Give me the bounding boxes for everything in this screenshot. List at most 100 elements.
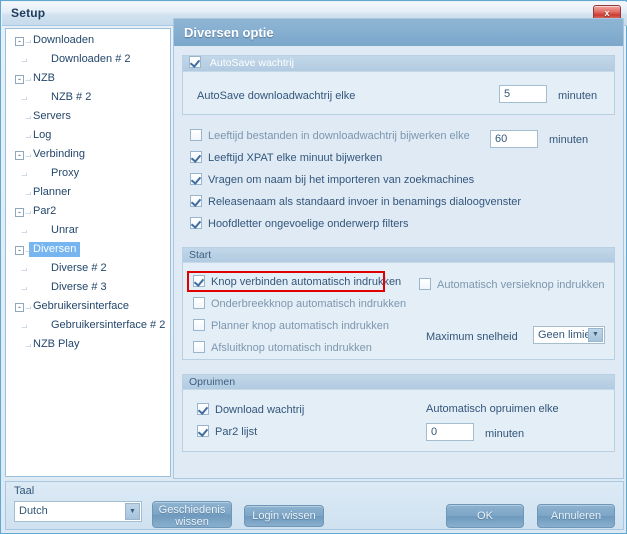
autosave-caption-label: AutoSave wachtrij — [209, 57, 294, 69]
cleanup-option-row[interactable]: Download wachtrij — [197, 403, 304, 417]
sidebar-item-diverse-3[interactable]: ⌐ Diverse # 3 — [6, 279, 170, 298]
tree-connector-icon: ⌐ — [21, 264, 28, 276]
misc-option-label: Releasenaam als standaard invoer in bena… — [208, 196, 522, 208]
clear-history-line2: wissen — [175, 516, 209, 528]
start-option-row[interactable]: Knop verbinden automatisch indrukken — [193, 275, 401, 289]
start-panel-caption: Start — [183, 248, 614, 263]
sidebar-item-label: Servers — [33, 110, 71, 122]
tree-connector-icon: ⌐ — [21, 226, 28, 238]
sidebar-item-servers[interactable]: ⌐ Servers — [6, 108, 170, 127]
sidebar-item-gebruikersinterface[interactable]: - ⌐ Gebruikersinterface — [6, 298, 170, 317]
start-option-checkbox[interactable] — [193, 341, 205, 353]
misc-option-row[interactable]: Hoofdletter ongevoelige onderwerp filter… — [190, 217, 409, 231]
sidebar-item-label: Verbinding — [33, 148, 85, 160]
sidebar-item-nzb-play[interactable]: ⌐ NZB Play — [6, 336, 170, 355]
sidebar-item-verbinding[interactable]: - ⌐ Verbinding — [6, 146, 170, 165]
cleanup-option-checkbox[interactable] — [197, 403, 209, 415]
start-option-checkbox[interactable] — [193, 275, 205, 287]
tree-connector-icon: ⌐ — [25, 340, 32, 352]
cleanup-option-label: Par2 lijst — [215, 426, 258, 438]
sidebar-item-nzb[interactable]: - ⌐ NZB — [6, 70, 170, 89]
start-option-row[interactable]: Onderbreekknop automatisch indrukken — [193, 297, 406, 311]
misc-option-label: Leeftijd bestanden in downloadwachtrij b… — [208, 130, 470, 142]
auto-cleanup-label: Automatisch opruimen elke — [426, 403, 559, 415]
settings-tree[interactable]: - ⌐ Downloaden ⌐ Downloaden # 2- ⌐ NZB ⌐ NZB # 2… — [5, 28, 171, 477]
tree-expander-icon[interactable]: - — [15, 37, 24, 46]
autosave-interval-input[interactable]: 5 — [499, 85, 547, 103]
sidebar-item-label: Diverse # 3 — [51, 281, 107, 293]
bottom-bar: Taal Dutch ▼ Geschiedenis wissen Login w… — [5, 481, 624, 530]
start-panel: Start Knop verbinden automatisch indrukk… — [182, 247, 615, 360]
cleanup-panel-caption: Opruimen — [183, 375, 614, 390]
sidebar-item-downloaden[interactable]: - ⌐ Downloaden — [6, 32, 170, 51]
tree-expander-icon[interactable]: - — [15, 208, 24, 217]
tree-connector-icon: ⌐ — [25, 150, 32, 162]
tree-connector-icon: ⌐ — [25, 302, 32, 314]
start-option-checkbox[interactable] — [193, 319, 205, 331]
sidebar-item-diversen[interactable]: - ⌐ Diversen — [6, 241, 170, 260]
tree-expander-icon[interactable]: - — [15, 303, 24, 312]
chevron-down-icon[interactable]: ▼ — [125, 503, 140, 520]
auto-cleanup-input[interactable]: 0 — [426, 423, 474, 441]
sidebar-item-downloaden-2[interactable]: ⌐ Downloaden # 2 — [6, 51, 170, 70]
start-option-row[interactable]: Afsluitknop utomatisch indrukken — [193, 341, 372, 355]
max-speed-label: Maximum snelheid — [426, 331, 518, 343]
start-option-label: Afsluitknop utomatisch indrukken — [211, 342, 372, 354]
auto-version-button-checkbox[interactable] — [419, 278, 431, 290]
autosave-interval-label: AutoSave downloadwachtrij elke — [197, 90, 356, 102]
cancel-button[interactable]: Annuleren — [537, 504, 615, 528]
clear-login-button[interactable]: Login wissen — [244, 505, 324, 527]
misc-option-checkbox[interactable] — [190, 195, 202, 207]
misc-option-checkbox[interactable] — [190, 129, 202, 141]
misc-option-row[interactable]: Vragen om naam bij het importeren van zo… — [190, 173, 474, 187]
sidebar-item-unrar[interactable]: ⌐ Unrar — [6, 222, 170, 241]
cleanup-option-row[interactable]: Par2 lijst — [197, 425, 257, 439]
sidebar-item-diverse-2[interactable]: ⌐ Diverse # 2 — [6, 260, 170, 279]
sidebar-item-gebruikersinterface-2[interactable]: ⌐ Gebruikersinterface # 2 — [6, 317, 170, 336]
sidebar-item-proxy[interactable]: ⌐ Proxy — [6, 165, 170, 184]
auto-version-button-label: Automatisch versieknop indrukken — [437, 279, 605, 291]
sidebar-item-label: Unrar — [51, 224, 79, 236]
cleanup-option-label: Download wachtrij — [215, 404, 305, 416]
tree-expander-icon[interactable]: - — [15, 151, 24, 160]
start-option-row[interactable]: Planner knop automatisch indrukken — [193, 319, 389, 333]
window-title: Setup — [11, 6, 46, 20]
max-speed-select[interactable]: Geen limiet ▼ — [533, 326, 605, 344]
age-interval-unit: minuten — [549, 134, 589, 146]
autosave-panel-caption: AutoSave wachtrij — [183, 56, 614, 72]
autosave-interval-unit: minuten — [558, 90, 598, 102]
misc-option-checkbox[interactable] — [190, 151, 202, 163]
autosave-enable-checkbox[interactable] — [189, 56, 201, 68]
misc-option-checkbox[interactable] — [190, 173, 202, 185]
tree-root: - ⌐ Downloaden ⌐ Downloaden # 2- ⌐ NZB ⌐ NZB # 2… — [6, 32, 170, 355]
sidebar-item-log[interactable]: ⌐ Log — [6, 127, 170, 146]
autosave-panel: AutoSave wachtrij AutoSave downloadwacht… — [182, 55, 615, 115]
sidebar-item-label: Downloaden # 2 — [51, 53, 131, 65]
misc-option-checkbox[interactable] — [190, 217, 202, 229]
sidebar-item-label: Proxy — [51, 167, 80, 179]
sidebar-item-planner[interactable]: ⌐ Planner — [6, 184, 170, 203]
misc-option-row[interactable]: Leeftijd XPAT elke minuut bijwerken — [190, 151, 382, 165]
misc-option-row[interactable]: Leeftijd bestanden in downloadwachtrij b… — [190, 129, 470, 143]
sidebar-item-label: Gebruikersinterface # 2 — [51, 319, 166, 331]
age-interval-input[interactable]: 60 — [490, 130, 538, 148]
page-title: Diversen optie — [174, 19, 623, 46]
tree-expander-icon[interactable]: - — [15, 246, 24, 255]
tree-connector-icon: ⌐ — [25, 112, 32, 124]
sidebar-item-par2[interactable]: - ⌐ Par2 — [6, 203, 170, 222]
language-select[interactable]: Dutch ▼ — [14, 501, 142, 522]
clear-history-button[interactable]: Geschiedenis wissen — [152, 501, 232, 528]
start-option-checkbox[interactable] — [193, 297, 205, 309]
tree-connector-icon: ⌐ — [25, 74, 32, 86]
sidebar-item-nzb-2[interactable]: ⌐ NZB # 2 — [6, 89, 170, 108]
ok-button[interactable]: OK — [446, 504, 524, 528]
chevron-down-icon[interactable]: ▼ — [588, 328, 603, 342]
tree-expander-icon[interactable]: - — [15, 75, 24, 84]
misc-option-row[interactable]: Releasenaam als standaard invoer in bena… — [190, 195, 521, 209]
sidebar-item-label: NZB — [33, 72, 55, 84]
sidebar-item-label: Diverse # 2 — [51, 262, 107, 274]
clear-history-line1: Geschiedenis — [158, 504, 226, 516]
tree-connector-icon: ⌐ — [21, 169, 28, 181]
auto-version-button-option[interactable]: Automatisch versieknop indrukken — [419, 278, 605, 292]
cleanup-option-checkbox[interactable] — [197, 425, 209, 437]
